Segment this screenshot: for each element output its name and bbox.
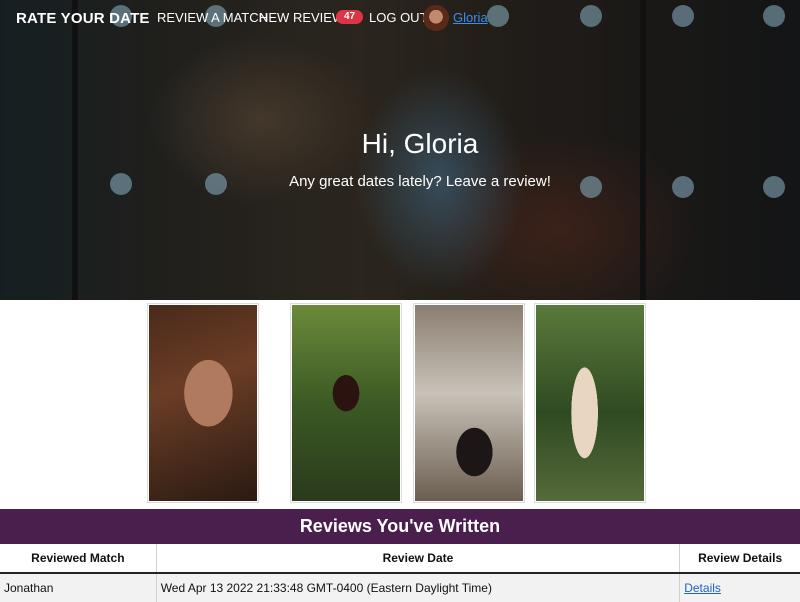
table-header-row: Reviewed Match Review Date Review Detail… (0, 544, 800, 574)
greeting-subtitle: Any great dates lately? Leave a review! (289, 173, 551, 190)
column-header-match: Reviewed Match (0, 544, 157, 574)
table-row: Jonathan Wed Apr 13 2022 21:33:48 GMT-04… (0, 573, 800, 602)
garden-photo (292, 305, 400, 501)
forest-photo (536, 305, 644, 501)
column-header-date: Review Date (155, 544, 680, 574)
user-profile-link[interactable]: Gloria (453, 10, 488, 25)
reviewed-match-cell: Jonathan (0, 573, 157, 602)
review-details-cell: Details (679, 573, 800, 602)
user-avatar[interactable] (423, 5, 449, 31)
review-match-link[interactable]: REVIEW A MATCH (157, 10, 268, 25)
hero-banner: RATE YOUR DATE REVIEW A MATCH NEW REVIEW… (0, 0, 800, 300)
reviews-heading: Reviews You've Written (0, 509, 800, 544)
details-link[interactable]: Details (684, 581, 721, 595)
column-header-details: Review Details (679, 544, 800, 574)
gallery-photo-2[interactable] (290, 303, 402, 503)
ruins-photo (415, 305, 523, 501)
greeting-title: Hi, Gloria (361, 128, 479, 159)
reviews-table: Reviewed Match Review Date Review Detail… (0, 544, 800, 602)
portrait-photo (149, 305, 257, 501)
gallery-photo-1[interactable] (147, 303, 259, 503)
brand-logo-link[interactable]: RATE YOUR DATE (16, 10, 150, 27)
top-navbar: RATE YOUR DATE REVIEW A MATCH NEW REVIEW… (0, 0, 800, 36)
gallery-photo-3[interactable] (413, 303, 525, 503)
logout-link[interactable]: LOG OUT (369, 10, 428, 25)
new-reviews-count-badge: 47 (336, 10, 363, 24)
review-date-cell: Wed Apr 13 2022 21:33:48 GMT-0400 (Easte… (155, 573, 680, 602)
gallery-photo-4[interactable] (534, 303, 646, 503)
